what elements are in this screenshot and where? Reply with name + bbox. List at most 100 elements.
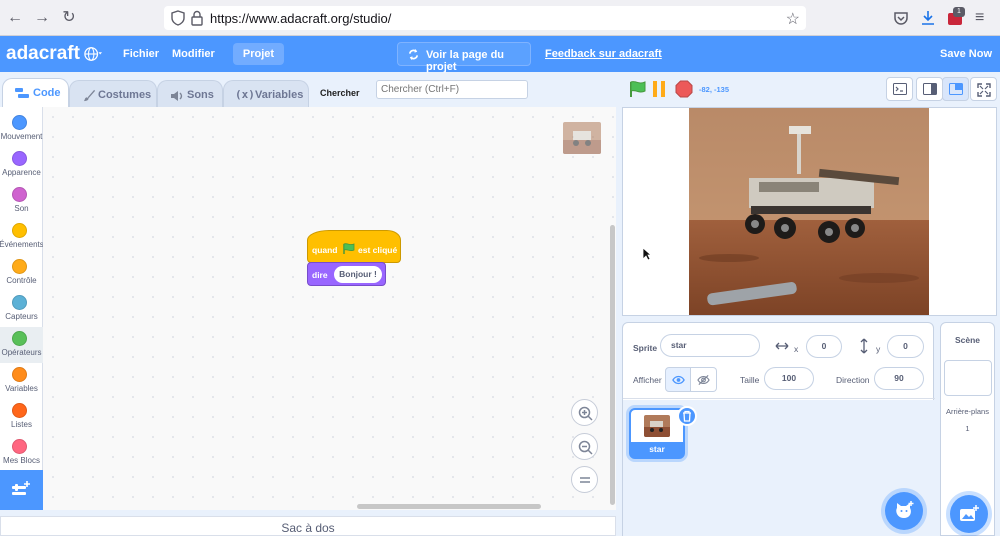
code-icon <box>15 88 29 98</box>
search-input[interactable] <box>376 80 528 99</box>
category-listes[interactable]: Listes <box>0 399 43 435</box>
category-son[interactable]: Son <box>0 183 43 219</box>
category-label: Capteurs <box>5 312 38 321</box>
category-label: Son <box>14 204 29 213</box>
tab-sons[interactable]: Sons <box>157 80 223 107</box>
url-text: https://www.adacraft.org/studio/ <box>210 11 392 26</box>
size-input[interactable]: 100 <box>764 367 814 390</box>
hide-sprite-button[interactable] <box>691 367 717 392</box>
category-dot <box>12 187 27 202</box>
backdrops-count: 1 <box>965 424 970 433</box>
backdrop-thumbnail[interactable] <box>944 360 992 396</box>
choose-sprite-button[interactable] <box>885 492 923 530</box>
browser-toolbar: ← → ↻ https://www.adacraft.org/studio/ ☆… <box>0 0 1000 36</box>
category-mouvement[interactable]: Mouvement <box>0 111 43 147</box>
normal-stage-icon <box>949 83 963 95</box>
category-dot <box>12 295 27 310</box>
show-label: Afficher <box>633 375 662 385</box>
category-controle[interactable]: Contrôle <box>0 255 43 291</box>
show-sprite-button[interactable] <box>665 367 691 392</box>
current-sprite-thumbnail <box>563 122 601 154</box>
reload-icon[interactable]: ↻ <box>60 9 78 27</box>
bookmark-star-icon[interactable]: ☆ <box>786 9 800 29</box>
sprite-tile-star[interactable]: star <box>629 406 697 459</box>
speaker-icon <box>171 91 183 101</box>
stop-button[interactable] <box>675 80 693 98</box>
download-icon[interactable] <box>919 9 937 27</box>
mouse-cursor-icon <box>642 247 652 261</box>
y-label: y <box>876 344 881 354</box>
add-extension-button[interactable] <box>0 470 43 510</box>
green-flag-button[interactable] <box>628 80 646 98</box>
block-say-label: dire <box>312 270 328 280</box>
mars-rover-image <box>689 108 929 315</box>
tab-variables-label: Variables <box>255 89 304 101</box>
address-bar[interactable]: https://www.adacraft.org/studio/ ☆ <box>164 6 806 30</box>
zoom-reset-button[interactable] <box>571 466 598 493</box>
menu-projet[interactable]: Projet <box>233 43 284 65</box>
category-evenements[interactable]: Événements <box>0 219 44 255</box>
menu-modifier[interactable]: Modifier <box>172 48 215 60</box>
category-mes-blocs[interactable]: Mes Blocs <box>0 435 43 471</box>
vertical-scrollbar[interactable] <box>610 225 615 505</box>
code-workspace[interactable]: quand est cliqué dire Bonjour ! <box>43 107 616 510</box>
terminal-icon <box>893 83 907 95</box>
app-logo[interactable]: adacraft <box>6 43 80 65</box>
backpack-bar[interactable]: Sac à dos <box>0 516 616 536</box>
green-flag-icon <box>343 243 355 254</box>
back-icon[interactable]: ← <box>6 9 24 27</box>
tab-code[interactable]: Code <box>2 78 69 108</box>
app-menubar: adacraft Fichier Modifier Projet Voir la… <box>0 36 1000 73</box>
choose-backdrop-button[interactable] <box>950 495 988 533</box>
view-project-page-button[interactable]: Voir la page du projet <box>397 42 531 73</box>
zoom-in-button[interactable] <box>571 399 598 426</box>
category-dot <box>12 115 27 130</box>
language-globe-icon[interactable] <box>84 45 102 63</box>
stage-canvas[interactable] <box>622 107 997 316</box>
stage-header: -82, -135 <box>620 72 1000 107</box>
normal-stage-button[interactable] <box>942 77 969 101</box>
pause-button[interactable] <box>650 80 668 98</box>
block-categories: Mouvement Apparence Son Événements Contr… <box>0 107 44 510</box>
extension-icon[interactable]: 1 <box>946 7 965 27</box>
zoom-in-icon <box>578 406 593 421</box>
category-variables[interactable]: Variables <box>0 363 43 399</box>
x-position-input[interactable]: 0 <box>806 335 842 358</box>
when-flag-clicked-block[interactable]: quand est cliqué <box>307 230 401 263</box>
category-capteurs[interactable]: Capteurs <box>0 291 43 327</box>
brush-icon <box>83 89 96 102</box>
direction-input[interactable]: 90 <box>874 367 924 390</box>
pocket-icon[interactable] <box>892 9 910 27</box>
tab-costumes[interactable]: Costumes <box>69 80 157 107</box>
menu-icon[interactable]: ≡ <box>975 9 993 27</box>
delete-sprite-button[interactable] <box>677 406 697 426</box>
sprite-name-input[interactable]: star <box>660 334 760 357</box>
category-dot <box>12 331 27 346</box>
scene-panel[interactable]: Scène Arrière-plans 1 <box>940 322 995 536</box>
eye-icon <box>672 375 685 385</box>
x-arrows-icon <box>775 342 789 350</box>
forward-icon[interactable]: → <box>33 9 51 27</box>
zoom-out-button[interactable] <box>571 433 598 460</box>
shield-icon[interactable] <box>170 10 186 26</box>
tab-variables[interactable]: (x) Variables <box>223 80 309 107</box>
sprite-list: star <box>623 400 935 536</box>
say-block[interactable]: dire Bonjour ! <box>307 262 386 286</box>
category-dot <box>12 367 27 382</box>
say-text-input[interactable]: Bonjour ! <box>334 266 382 283</box>
category-operateurs[interactable]: Opérateurs <box>0 327 43 363</box>
view-project-label: Voir la page du projet <box>426 49 505 73</box>
lock-icon[interactable] <box>190 10 204 26</box>
feedback-link[interactable]: Feedback sur adacraft <box>545 48 662 60</box>
sprite-label: Sprite <box>633 343 658 353</box>
small-stage-button[interactable] <box>916 77 943 101</box>
category-label: Événements <box>0 240 44 249</box>
save-now-button[interactable]: Save Now <box>940 48 992 60</box>
category-apparence[interactable]: Apparence <box>0 147 43 183</box>
fullscreen-button[interactable] <box>970 77 997 101</box>
menu-fichier[interactable]: Fichier <box>123 48 159 60</box>
sprite-info: Sprite star x 0 y 0 Afficher Taille 100 … <box>623 323 935 399</box>
horizontal-scrollbar[interactable] <box>357 504 541 509</box>
y-position-input[interactable]: 0 <box>887 335 924 358</box>
console-view-button[interactable] <box>886 77 913 101</box>
